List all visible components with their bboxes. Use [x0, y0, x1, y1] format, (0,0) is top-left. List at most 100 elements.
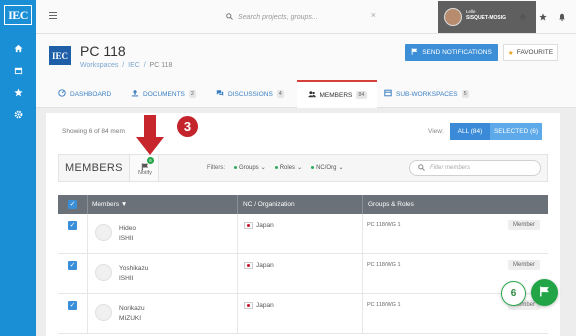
avatar: [95, 264, 112, 281]
filter-roles[interactable]: Roles ⌄: [274, 164, 302, 171]
global-search[interactable]: Search projects, groups... ×: [226, 10, 376, 24]
groups-cell: PC 118/WG 1 Member: [363, 214, 548, 254]
search-placeholder: Search projects, groups...: [238, 13, 318, 21]
search-icon: [226, 12, 233, 22]
discussion-icon: [216, 89, 224, 99]
member-last-name: ISHII: [119, 275, 134, 282]
tab-discussions-count: 4: [276, 90, 284, 98]
column-members[interactable]: Members ▼: [88, 195, 238, 214]
tab-documents-label: DOCUMENTS: [143, 90, 185, 98]
table-row[interactable]: ✓ Norikazu MIZUKI Japan PC 118/WG 1 Memb…: [58, 294, 548, 334]
star-icon: ★: [507, 49, 514, 57]
rail-logo[interactable]: IEC: [4, 5, 32, 25]
notify-fab-button[interactable]: [531, 279, 558, 306]
bell-icon[interactable]: [557, 12, 566, 21]
upload-icon: [131, 89, 139, 99]
filters-label: Filters:: [207, 164, 225, 171]
selected-count-button[interactable]: 6: [501, 281, 526, 306]
table-row[interactable]: ✓ Yoshikazu ISHII Japan PC 118/WG 1 Memb…: [58, 254, 548, 294]
tab-sub-workspaces-label: SUB-WORKSPACES: [396, 90, 458, 98]
menu-icon[interactable]: [49, 12, 57, 20]
page-title: PC 118: [80, 43, 126, 59]
filter-members-input[interactable]: Filter members: [409, 160, 541, 176]
tab-discussions[interactable]: DISCUSSIONS 4: [216, 80, 284, 108]
tab-dashboard[interactable]: DASHBOARD: [58, 80, 111, 108]
step-number-badge: 3: [177, 116, 198, 137]
flag-icon: [539, 284, 550, 302]
left-rail: IEC: [0, 0, 36, 336]
column-nc-organization[interactable]: NC / Organization: [238, 195, 363, 214]
avatar: [444, 8, 462, 26]
tab-documents[interactable]: DOCUMENTS 2: [131, 80, 196, 108]
filter-dot-icon: [234, 166, 237, 169]
star-icon[interactable]: [12, 86, 24, 98]
member-cell: Hideo ISHII: [88, 214, 238, 254]
row-checkbox[interactable]: ✓: [68, 221, 77, 230]
member-first-name: Yoshikazu: [119, 265, 149, 272]
row-select-cell: ✓: [58, 294, 88, 334]
filter-groups-label: Groups: [239, 164, 259, 171]
notify-label: Notify: [137, 170, 153, 176]
view-selected-button[interactable]: SELECTED (6): [490, 123, 542, 140]
filters: Filters: Groups ⌄ Roles ⌄ NC/Org ⌄: [207, 164, 343, 172]
favourite-label: FAVOURITE: [516, 49, 554, 56]
filter-dot-icon: [274, 166, 278, 169]
breadcrumb-workspaces[interactable]: Workspaces: [80, 62, 118, 69]
tab-documents-count: 2: [188, 90, 196, 98]
chevron-down-icon: ⌄: [338, 165, 344, 171]
member-first-name: Norikazu: [119, 305, 145, 312]
tab-members-count: 84: [356, 91, 367, 99]
members-section-title: MEMBERS: [65, 162, 123, 174]
member-name[interactable]: Yoshikazu ISHII: [119, 264, 148, 284]
member-first-name: Hideo: [119, 225, 136, 232]
filter-members-placeholder: Filter members: [430, 165, 471, 171]
member-cell: Yoshikazu ISHII: [88, 254, 238, 294]
member-name[interactable]: Hideo ISHII: [119, 224, 136, 244]
home-icon[interactable]: [518, 12, 527, 21]
select-all-checkbox[interactable]: ✓: [68, 200, 77, 209]
select-all-cell: ✓: [58, 195, 88, 214]
down-arrow-icon: [136, 115, 164, 155]
japan-flag-icon: [244, 302, 253, 309]
calendar-icon[interactable]: [12, 64, 24, 76]
member-name[interactable]: Norikazu MIZUKI: [119, 304, 145, 324]
tab-members[interactable]: MEMBERS 84: [297, 80, 377, 108]
view-label: View:: [428, 128, 444, 135]
send-notifications-button[interactable]: SEND NOTIFICATIONS: [405, 44, 498, 61]
table-row[interactable]: ✓ Hideo ISHII Japan PC 118/WG 1 Member: [58, 214, 548, 254]
star-icon[interactable]: [538, 12, 547, 21]
member-cell: Norikazu MIZUKI: [88, 294, 238, 334]
member-group: PC 118/WG 1: [367, 302, 401, 308]
clear-search-icon[interactable]: ×: [371, 10, 376, 20]
row-checkbox[interactable]: ✓: [68, 261, 77, 270]
avatar: [95, 224, 112, 241]
member-last-name: ISHII: [119, 235, 134, 242]
filter-nc-org[interactable]: NC/Org ⌄: [311, 164, 343, 171]
breadcrumb-separator: /: [143, 62, 146, 69]
avatar: [95, 304, 112, 321]
view-all-button[interactable]: ALL (84): [450, 123, 490, 140]
home-icon[interactable]: [12, 42, 24, 54]
tab-members-label: MEMBERS: [319, 91, 353, 99]
send-notifications-label: SEND NOTIFICATIONS: [422, 49, 492, 56]
role-badge: Member: [507, 260, 540, 270]
tab-sub-workspaces[interactable]: SUB-WORKSPACES 5: [384, 80, 469, 108]
members-panel: Showing 6 of 84 mem View: ALL (84) SELEC…: [46, 113, 560, 336]
notify-button[interactable]: 6 Notify: [129, 155, 159, 181]
japan-flag-icon: [244, 222, 253, 229]
favourite-button[interactable]: ★ FAVOURITE: [503, 44, 558, 61]
user-name: Lelle SISQUET-MOSIG: [466, 9, 506, 21]
user-first-name: Lelle: [466, 9, 476, 14]
members-toolbar: MEMBERS 6 Notify Filters: Groups ⌄ Roles ⌄…: [58, 154, 548, 182]
chevron-down-icon: ⌄: [260, 165, 266, 171]
member-group: PC 118/WG 1: [367, 262, 401, 268]
members-icon: [307, 90, 316, 100]
members-table-header: ✓ Members ▼ NC / Organization Groups & R…: [58, 195, 548, 214]
breadcrumb-iec[interactable]: IEC: [128, 62, 140, 69]
gear-icon[interactable]: [12, 108, 24, 120]
member-org: Japan: [256, 302, 274, 309]
column-groups-roles[interactable]: Groups & Roles: [363, 195, 548, 214]
member-org: Japan: [256, 262, 274, 269]
row-checkbox[interactable]: ✓: [68, 301, 77, 310]
filter-groups[interactable]: Groups ⌄: [234, 164, 266, 171]
